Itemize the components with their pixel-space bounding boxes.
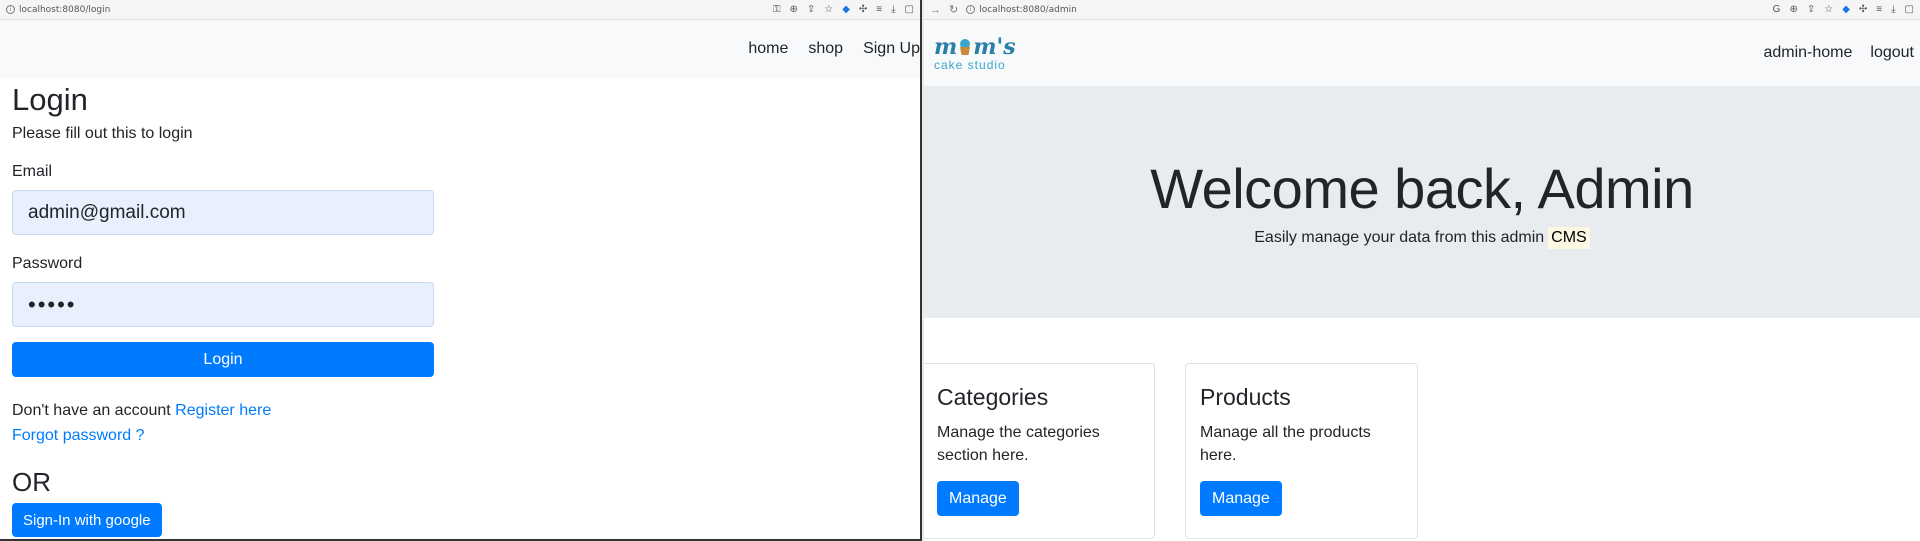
shop-navbar: home shop Sign Up <box>0 20 920 78</box>
download-icon[interactable]: ⤓ <box>1891 5 1895 15</box>
password-input[interactable]: ••••• <box>12 282 434 327</box>
login-button[interactable]: Login <box>12 342 434 377</box>
manage-categories-button[interactable]: Manage <box>937 481 1019 516</box>
site-info-icon[interactable]: i <box>6 5 15 14</box>
download-icon[interactable]: ⤓ <box>891 5 895 15</box>
key-icon[interactable]: ⚿ <box>773 5 781 15</box>
password-label: Password <box>12 255 83 272</box>
nav-signup-link[interactable]: Sign Up <box>863 40 920 58</box>
reload-icon[interactable]: ↻ <box>949 3 958 16</box>
admin-cards-row: Categories Manage the categories section… <box>924 318 1920 539</box>
browser-toolbar: i localhost:8080/login ⚿ ⊕ ⇪ ☆ ◆ ✣ ≡ ⤓ ▢ <box>0 0 920 20</box>
register-prompt: Don't have an account Register here <box>12 402 908 420</box>
logo-main-text: m m's <box>934 33 1016 60</box>
bookmark-star-icon[interactable]: ☆ <box>1824 5 1833 15</box>
cms-highlight: CMS <box>1548 226 1590 249</box>
nav-home-link[interactable]: home <box>748 40 788 58</box>
products-card: Products Manage all the products here. M… <box>1185 363 1418 539</box>
google-signin-button[interactable]: Sign-In with google <box>12 503 162 537</box>
reading-list-icon[interactable]: ≡ <box>1876 5 1882 15</box>
address-bar[interactable]: localhost:8080/admin <box>979 5 1077 15</box>
welcome-heading: Welcome back, Admin <box>1150 156 1694 220</box>
card-title: Products <box>1200 384 1291 410</box>
zoom-icon[interactable]: ⊕ <box>1789 5 1797 15</box>
logo-subtitle: cake studio <box>934 57 1006 72</box>
nav-admin-home-link[interactable]: admin-home <box>1763 44 1852 62</box>
register-link[interactable]: Register here <box>175 402 271 419</box>
browser-tools: ⚿ ⊕ ⇪ ☆ ◆ ✣ ≡ ⤓ ▢ <box>773 0 914 20</box>
password-input-value: ••••• <box>28 291 77 317</box>
browser-tools: G ⊕ ⇪ ☆ ◆ ✣ ≡ ⤓ ▢ <box>1773 0 1914 20</box>
forgot-password-link[interactable]: Forgot password ? <box>12 427 908 445</box>
card-text: Manage the categories section here. <box>937 424 1100 464</box>
sidebar-icon[interactable]: ▢ <box>1905 5 1914 15</box>
puzzle-icon[interactable]: ✣ <box>859 5 867 15</box>
welcome-subtitle: Easily manage your data from this admin … <box>1254 226 1590 249</box>
login-subtitle: Please fill out this to login <box>12 125 193 142</box>
email-label: Email <box>12 163 53 180</box>
extension-icon[interactable]: ◆ <box>1842 5 1850 15</box>
login-browser-window: i localhost:8080/login ⚿ ⊕ ⇪ ☆ ◆ ✣ ≡ ⤓ ▢… <box>0 0 922 541</box>
back-arrow-icon[interactable]: → <box>930 4 941 16</box>
categories-card: Categories Manage the categories section… <box>924 363 1155 539</box>
puzzle-icon[interactable]: ✣ <box>1859 5 1867 15</box>
brand-logo[interactable]: m m's cake studio <box>934 36 1016 71</box>
register-prefix-text: Don't have an account <box>12 402 171 419</box>
reading-list-icon[interactable]: ≡ <box>876 5 882 15</box>
sidebar-icon[interactable]: ▢ <box>905 5 914 15</box>
login-form-container: Login Please fill out this to login Emai… <box>0 78 920 539</box>
admin-nav-links: admin-home logout <box>1763 44 1914 62</box>
bookmark-star-icon[interactable]: ☆ <box>824 5 833 15</box>
nav-shop-link[interactable]: shop <box>808 40 843 58</box>
card-text: Manage all the products here. <box>1200 424 1371 464</box>
login-heading: Login <box>12 82 88 117</box>
cupcake-icon <box>958 38 972 56</box>
nav-logout-link[interactable]: logout <box>1870 44 1914 62</box>
share-icon[interactable]: ⇪ <box>1807 5 1815 15</box>
welcome-subtitle-text: Easily manage your data from this admin <box>1254 228 1545 246</box>
google-icon[interactable]: G <box>1773 5 1781 15</box>
zoom-icon[interactable]: ⊕ <box>789 5 797 15</box>
admin-browser-window: → ↻ i localhost:8080/admin G ⊕ ⇪ ☆ ◆ ✣ ≡… <box>924 0 1920 541</box>
admin-navbar: m m's cake studio admin-home logout <box>924 20 1920 86</box>
card-title: Categories <box>937 384 1049 410</box>
email-input[interactable]: admin@gmail.com <box>12 190 434 235</box>
browser-toolbar: → ↻ i localhost:8080/admin G ⊕ ⇪ ☆ ◆ ✣ ≡… <box>924 0 1920 20</box>
site-info-icon[interactable]: i <box>966 5 976 14</box>
share-icon[interactable]: ⇪ <box>807 5 815 15</box>
manage-products-button[interactable]: Manage <box>1200 481 1282 516</box>
email-input-value: admin@gmail.com <box>28 201 186 223</box>
extension-icon[interactable]: ◆ <box>842 5 850 15</box>
or-divider-heading: OR <box>12 467 51 497</box>
address-bar[interactable]: localhost:8080/login <box>19 5 110 15</box>
welcome-jumbotron: Welcome back, Admin Easily manage your d… <box>924 86 1920 318</box>
